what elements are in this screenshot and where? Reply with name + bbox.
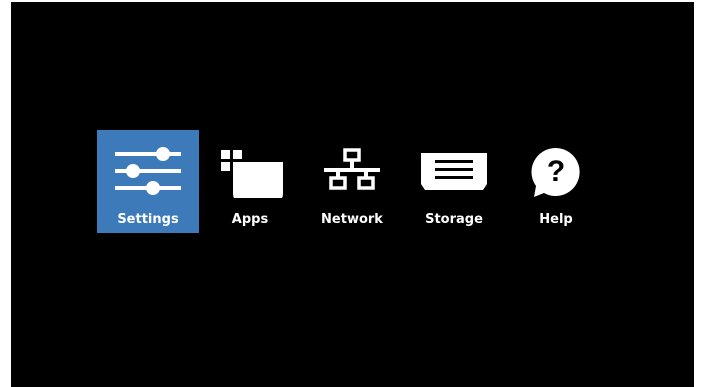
storage-icon [421,144,487,198]
menu-item-network[interactable]: Network [301,130,403,233]
sliders-icon [115,144,181,198]
menu-item-settings[interactable]: Settings [97,130,199,233]
network-icon [319,144,385,198]
main-menu: Settings Apps Network Storage ? Help [97,130,607,233]
menu-label-apps: Apps [231,212,269,227]
svg-text:?: ? [547,155,565,188]
menu-label-settings: Settings [117,212,179,227]
menu-label-network: Network [321,212,383,227]
menu-item-storage[interactable]: Storage [403,130,505,233]
apps-icon [217,144,283,198]
menu-item-apps[interactable]: Apps [199,130,301,233]
menu-label-storage: Storage [425,212,483,227]
help-icon: ? [523,144,589,198]
tv-screen: Settings Apps Network Storage ? Help [11,2,694,387]
menu-label-help: Help [539,212,573,227]
menu-item-help[interactable]: ? Help [505,130,607,233]
